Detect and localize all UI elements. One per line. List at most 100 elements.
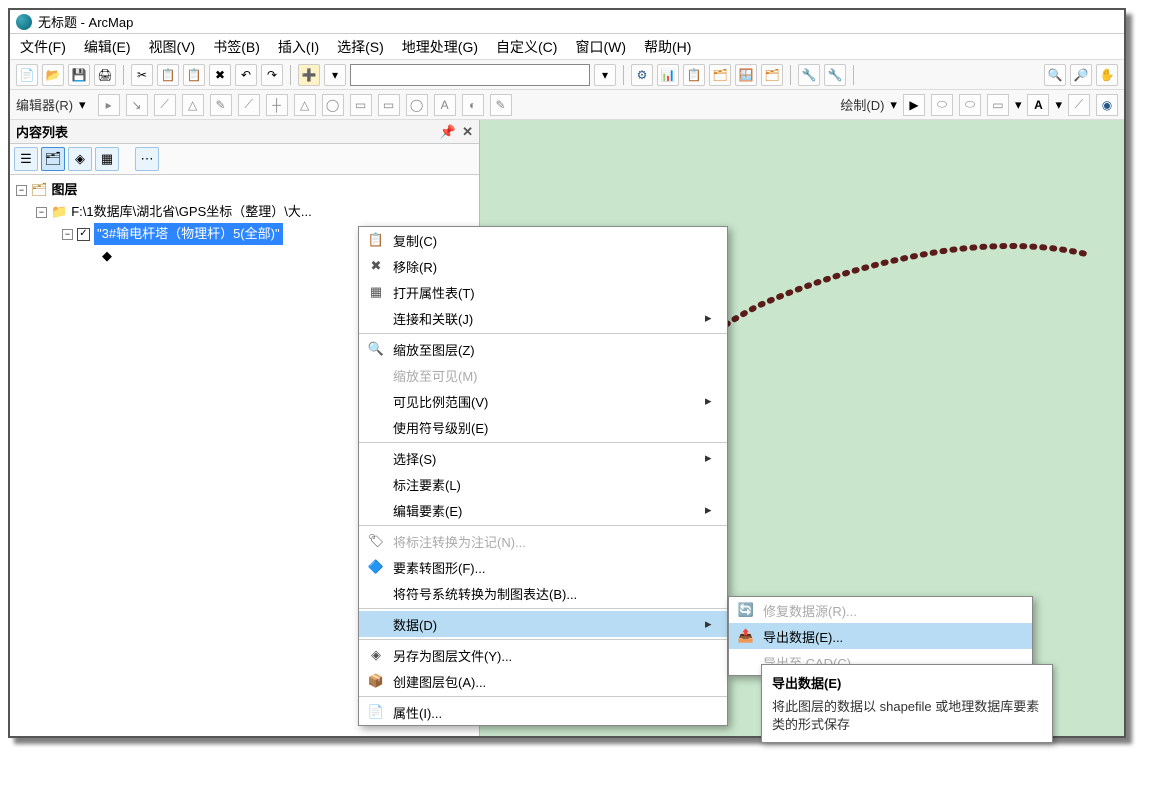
options-tab[interactable]: ⋯ xyxy=(135,147,159,171)
edit-tool[interactable]: ✎ xyxy=(490,94,512,116)
editor-dropdown[interactable]: 编辑器(R) xyxy=(16,95,73,114)
save-button[interactable]: 💾 xyxy=(68,64,90,86)
toc-button[interactable]: 📊 xyxy=(657,64,679,86)
edit-tool[interactable]: ◐ xyxy=(462,94,484,116)
new-button[interactable]: 📄 xyxy=(16,64,38,86)
redo-button[interactable]: ↷ xyxy=(261,64,283,86)
dropdown-arrow[interactable]: ▾ xyxy=(594,64,616,86)
submenu-export-data[interactable]: 📤导出数据(E)... xyxy=(729,623,1032,649)
editor-toolbar-button[interactable]: ⚙ xyxy=(631,64,653,86)
menu-customize[interactable]: 自定义(C) xyxy=(496,37,557,57)
list-by-drawing-order-tab[interactable]: ☰ xyxy=(14,147,38,171)
menu-create-layer-package[interactable]: 📦创建图层包(A)... xyxy=(359,668,727,694)
draw-dropdown[interactable]: 绘制(D) xyxy=(840,95,884,114)
zoom-in-button[interactable]: 🔍 xyxy=(1044,64,1066,86)
collapse-icon[interactable]: − xyxy=(62,229,73,240)
layer-name-selected[interactable]: "3#输电杆塔（物理杆）5(全部)" xyxy=(94,223,283,245)
edit-tool[interactable]: ◯ xyxy=(406,94,428,116)
add-data-button[interactable]: ➕ xyxy=(298,64,320,86)
menu-use-symbol-levels[interactable]: 使用符号级别(E) xyxy=(359,414,727,440)
text-tool[interactable]: A xyxy=(1027,94,1049,116)
tree-folder[interactable]: − 📁 F:\1数据库\湖北省\GPS坐标（整理）\大... xyxy=(16,201,473,223)
dropdown-arrow[interactable]: ▾ xyxy=(324,64,346,86)
edit-tool[interactable]: ▭ xyxy=(350,94,372,116)
search-button[interactable]: 🗂 xyxy=(709,64,731,86)
close-icon[interactable]: ✕ xyxy=(462,124,473,140)
pan-button[interactable]: ✋ xyxy=(1096,64,1118,86)
menu-data[interactable]: 数据(D)▸ xyxy=(359,611,727,637)
open-button[interactable]: 📂 xyxy=(42,64,64,86)
menu-zoom-to-layer[interactable]: 🔍缩放至图层(Z) xyxy=(359,336,727,362)
dropdown-arrow[interactable]: ▾ xyxy=(890,97,897,113)
menu-convert-symbology[interactable]: 将符号系统转换为制图表达(B)... xyxy=(359,580,727,606)
toc-title-bar: 内容列表 📌 ✕ xyxy=(10,120,479,144)
arctoolbox-button[interactable]: 🪟 xyxy=(735,64,757,86)
edit-tool[interactable]: ◯ xyxy=(322,94,344,116)
dropdown-arrow[interactable]: ▾ xyxy=(1055,97,1062,113)
menu-save-as-layer-file[interactable]: ◈另存为图层文件(Y)... xyxy=(359,642,727,668)
edit-tool[interactable]: ▸ xyxy=(98,94,120,116)
menu-windows[interactable]: 窗口(W) xyxy=(575,37,626,57)
layer-checkbox[interactable]: ✓ xyxy=(77,228,90,241)
menu-label-features[interactable]: 标注要素(L) xyxy=(359,471,727,497)
edit-tool[interactable]: △ xyxy=(182,94,204,116)
menu-separator xyxy=(359,525,727,526)
menu-properties[interactable]: 📄属性(I)... xyxy=(359,699,727,725)
menu-copy[interactable]: 📋复制(C) xyxy=(359,227,727,253)
list-by-selection-tab[interactable]: ▦ xyxy=(95,147,119,171)
draw-tool[interactable]: ◉ xyxy=(1096,94,1118,116)
collapse-icon[interactable]: − xyxy=(36,207,47,218)
menu-visible-scale-range[interactable]: 可见比例范围(V)▸ xyxy=(359,388,727,414)
python-button[interactable]: 🗂 xyxy=(761,64,783,86)
menu-view[interactable]: 视图(V) xyxy=(149,37,196,57)
edit-tool[interactable]: ✎ xyxy=(210,94,232,116)
submenu-arrow-icon: ▸ xyxy=(705,310,717,326)
table-icon: ▦ xyxy=(359,284,393,300)
menu-insert[interactable]: 插入(I) xyxy=(278,37,319,57)
list-by-source-tab[interactable]: 🗂 xyxy=(41,147,65,171)
menu-remove[interactable]: ✖移除(R) xyxy=(359,253,727,279)
edit-tool[interactable]: A xyxy=(434,94,456,116)
list-by-visibility-tab[interactable]: ◈ xyxy=(68,147,92,171)
paste-button[interactable]: 📋 xyxy=(183,64,205,86)
draw-tool[interactable]: ⟋ xyxy=(1068,94,1090,116)
menu-features-to-graphics[interactable]: 🔷要素转图形(F)... xyxy=(359,554,727,580)
menu-separator xyxy=(359,333,727,334)
cut-button[interactable]: ✂ xyxy=(131,64,153,86)
collapse-icon[interactable]: − xyxy=(16,185,27,196)
edit-tool[interactable]: ▭ xyxy=(378,94,400,116)
menu-separator xyxy=(359,442,727,443)
scale-input[interactable] xyxy=(350,64,590,86)
draw-tool[interactable]: ⬭ xyxy=(931,94,953,116)
draw-rect-tool[interactable]: ▭ xyxy=(987,94,1009,116)
tree-root[interactable]: − 🗂 图层 xyxy=(16,179,473,201)
menu-selection[interactable]: 选择(S) xyxy=(337,37,384,57)
copy-button[interactable]: 📋 xyxy=(157,64,179,86)
undo-button[interactable]: ↶ xyxy=(235,64,257,86)
modelbuilder-button[interactable]: 🔧 xyxy=(798,64,820,86)
results-button[interactable]: 🔧 xyxy=(824,64,846,86)
print-button[interactable]: 🖨 xyxy=(94,64,116,86)
edit-tool[interactable]: ┼ xyxy=(266,94,288,116)
menu-open-attribute-table[interactable]: ▦打开属性表(T) xyxy=(359,279,727,305)
point-symbol-icon: ◆ xyxy=(102,245,112,267)
menu-edit[interactable]: 编辑(E) xyxy=(84,37,131,57)
dropdown-arrow[interactable]: ▾ xyxy=(1015,97,1022,113)
pin-icon[interactable]: 📌 xyxy=(440,124,456,140)
menu-selection[interactable]: 选择(S)▸ xyxy=(359,445,727,471)
menu-help[interactable]: 帮助(H) xyxy=(644,37,691,57)
edit-tool[interactable]: ↘ xyxy=(126,94,148,116)
menu-geoprocessing[interactable]: 地理处理(G) xyxy=(402,37,478,57)
zoom-out-button[interactable]: 🔎 xyxy=(1070,64,1092,86)
draw-tool[interactable]: ⬭ xyxy=(959,94,981,116)
edit-tool[interactable]: ⟋ xyxy=(238,94,260,116)
dropdown-arrow[interactable]: ▾ xyxy=(79,97,86,113)
menu-bookmarks[interactable]: 书签(B) xyxy=(213,37,260,57)
delete-button[interactable]: ✖ xyxy=(209,64,231,86)
menu-joins-relates[interactable]: 连接和关联(J)▸ xyxy=(359,305,727,331)
menu-edit-features[interactable]: 编辑要素(E)▸ xyxy=(359,497,727,523)
menu-file[interactable]: 文件(F) xyxy=(20,37,66,57)
edit-tool[interactable]: ⟋ xyxy=(154,94,176,116)
edit-tool[interactable]: △ xyxy=(294,94,316,116)
catalog-button[interactable]: 📋 xyxy=(683,64,705,86)
